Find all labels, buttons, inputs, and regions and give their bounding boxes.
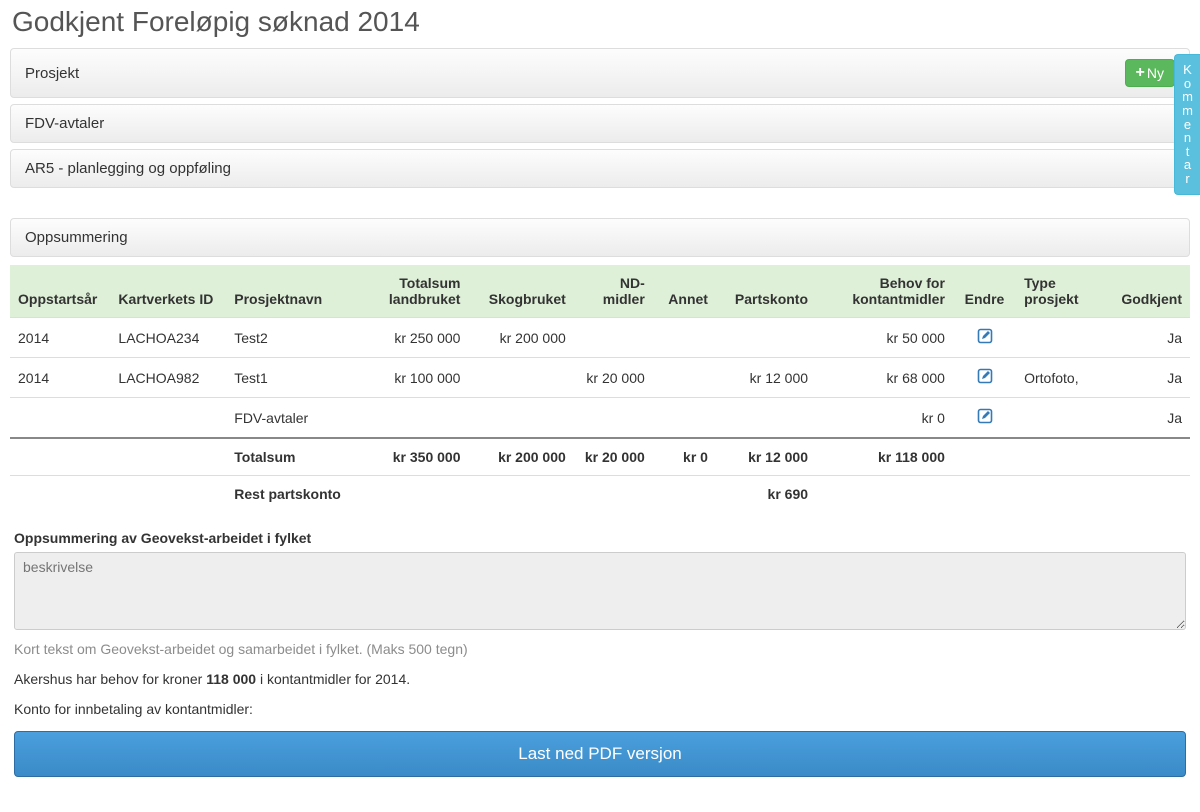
- account-line: Konto for innbetaling av kontantmidler:: [14, 701, 1186, 717]
- table-row: 2014LACHOA982Test1kr 100 000kr 20 000kr …: [10, 358, 1190, 398]
- download-pdf-button[interactable]: Last ned PDF versjon: [14, 731, 1186, 777]
- th-startyear: Oppstartsår: [10, 265, 110, 318]
- th-skog: Skogbruket: [468, 265, 573, 318]
- summary-table: Oppstartsår Kartverkets ID Prosjektnavn …: [10, 265, 1190, 512]
- th-type: Type prosjekt: [1016, 265, 1106, 318]
- edit-icon[interactable]: [977, 368, 993, 384]
- th-parts: Partskonto: [716, 265, 816, 318]
- th-name: Prosjektnavn: [226, 265, 363, 318]
- new-project-button[interactable]: +Ny: [1125, 59, 1175, 87]
- panel-summary-label: Oppsummering: [25, 229, 128, 246]
- need-post: i kontantmidler for 2014.: [256, 671, 410, 687]
- description-textarea[interactable]: [14, 552, 1186, 630]
- table-row: FDV-avtalerkr 0Ja: [10, 398, 1190, 439]
- panel-fdv-label: FDV-avtaler: [25, 115, 104, 132]
- panel-ar5-label: AR5 - planlegging og oppføling: [25, 160, 231, 177]
- table-row: 2014LACHOA234Test2kr 250 000kr 200 000kr…: [10, 318, 1190, 358]
- table-header-row: Oppstartsår Kartverkets ID Prosjektnavn …: [10, 265, 1190, 318]
- panel-fdv[interactable]: FDV-avtaler: [10, 104, 1190, 143]
- plus-icon: +: [1136, 66, 1145, 80]
- th-land: Totalsum landbruket: [363, 265, 468, 318]
- totals-row: Totalsumkr 350 000kr 200 000kr 20 000kr …: [10, 438, 1190, 476]
- edit-icon[interactable]: [977, 328, 993, 344]
- panel-prosjekt[interactable]: Prosjekt +Ny: [10, 48, 1190, 98]
- new-button-label: Ny: [1147, 65, 1164, 81]
- panel-prosjekt-label: Prosjekt: [25, 65, 79, 82]
- th-annet: Annet: [653, 265, 716, 318]
- th-nd: ND-midler: [574, 265, 653, 318]
- description-label: Oppsummering av Geovekst-arbeidet i fylk…: [14, 530, 1186, 546]
- th-behov: Behov for kontantmidler: [816, 265, 953, 318]
- panel-summary[interactable]: Oppsummering: [10, 218, 1190, 257]
- th-endre: Endre: [953, 265, 1016, 318]
- table-body: 2014LACHOA234Test2kr 250 000kr 200 000kr…: [10, 318, 1190, 513]
- kommentar-side-tab[interactable]: Kommentar: [1174, 54, 1200, 195]
- need-line: Akershus har behov for kroner 118 000 i …: [14, 671, 1186, 687]
- th-godkjent: Godkjent: [1106, 265, 1190, 318]
- edit-icon[interactable]: [977, 408, 993, 424]
- need-pre: Akershus har behov for kroner: [14, 671, 206, 687]
- description-help: Kort tekst om Geovekst-arbeidet og samar…: [14, 641, 1186, 657]
- th-kvid: Kartverkets ID: [110, 265, 226, 318]
- need-amount: 118 000: [206, 671, 256, 687]
- panel-ar5[interactable]: AR5 - planlegging og oppføling: [10, 149, 1190, 188]
- rest-row: Rest partskontokr 690: [10, 476, 1190, 513]
- page-title: Godkjent Foreløpig søknad 2014: [12, 6, 1188, 38]
